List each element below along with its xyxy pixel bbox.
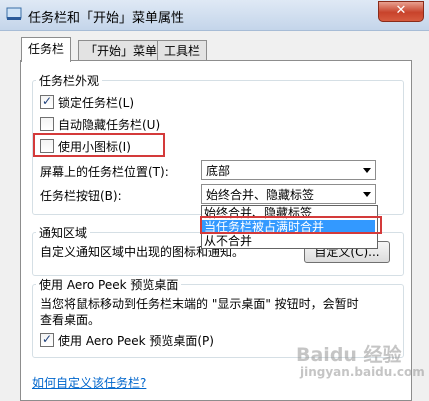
- annotation-box-small-icons: [33, 133, 165, 157]
- aero-peek-group-label: 使用 Aero Peek 预览桌面: [36, 276, 182, 293]
- annotation-box-option: [200, 216, 382, 234]
- watermark-url: jingyan.baidu.com: [300, 365, 425, 379]
- aero-peek-checkbox[interactable]: [40, 332, 54, 347]
- aero-peek-checkbox-label: 使用 Aero Peek 预览桌面(P): [58, 334, 214, 348]
- position-label: 屏幕上的任务栏位置(T):: [40, 165, 169, 179]
- buttons-label: 任务栏按钮(B):: [40, 189, 122, 203]
- buttons-select-value: 始终合并、隐藏标签: [206, 188, 315, 202]
- position-select[interactable]: 底部: [201, 160, 376, 180]
- auto-hide-checkbox[interactable]: [40, 117, 54, 131]
- aero-peek-description-line1: 当您将鼠标移动到任务栏末端的 "显示桌面" 按钮时，会暂时: [40, 297, 359, 311]
- position-select-value: 底部: [206, 164, 231, 178]
- option-never-combine[interactable]: 从不合并: [202, 234, 375, 248]
- chevron-down-icon: [363, 168, 371, 173]
- buttons-select[interactable]: 始终合并、隐藏标签: [201, 184, 376, 204]
- tab-toolbars[interactable]: 工具栏: [157, 40, 208, 61]
- lock-taskbar-label: 锁定任务栏(L): [58, 96, 135, 110]
- window-title: 任务栏和「开始」菜单属性: [28, 11, 185, 26]
- appearance-group-label: 任务栏外观: [36, 72, 103, 89]
- taskbar-properties-icon: [6, 7, 22, 20]
- auto-hide-label: 自动隐藏任务栏(U): [58, 118, 161, 132]
- aero-peek-description-line2: 查看桌面。: [40, 313, 101, 327]
- tab-taskbar[interactable]: 任务栏: [21, 37, 72, 62]
- watermark-logo: Baidu 经验: [296, 344, 402, 366]
- help-link[interactable]: 如何自定义该任务栏?: [32, 374, 146, 391]
- lock-taskbar-checkbox[interactable]: [40, 94, 54, 109]
- chevron-down-icon: [363, 192, 371, 197]
- close-button[interactable]: ✕: [378, 1, 424, 22]
- notification-group-label: 通知区域: [36, 224, 91, 241]
- tab-start-menu[interactable]: 「开始」菜单: [78, 40, 165, 61]
- title-bar: 任务栏和「开始」菜单属性 ✕: [0, 0, 429, 31]
